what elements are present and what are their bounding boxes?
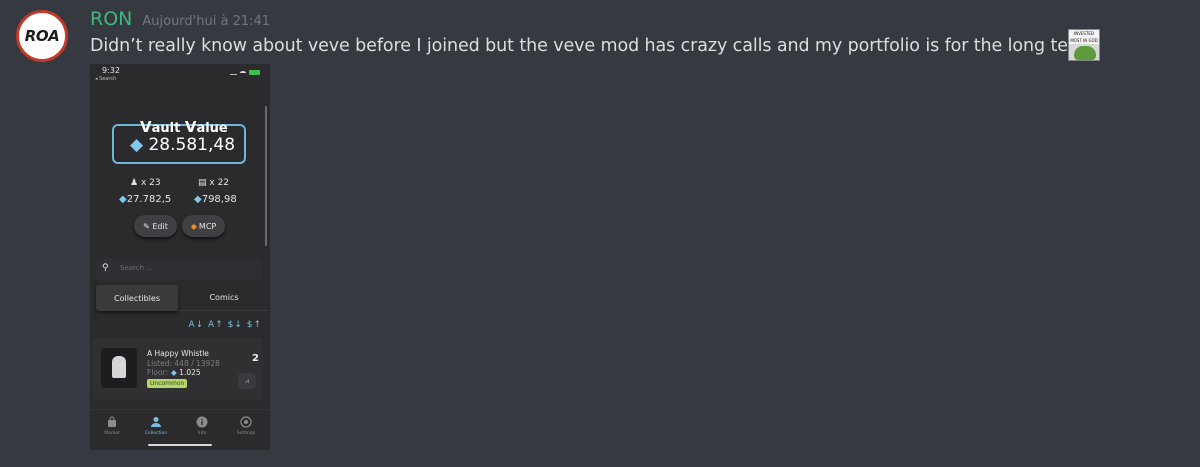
bag-icon — [108, 416, 116, 427]
emote-caption: INVESTED MOST IN GOD — [1069, 30, 1099, 44]
diamond-icon: ◆ — [171, 368, 177, 377]
nav-label-settings: Settings — [236, 431, 256, 436]
comics-value: ◆798,98 — [194, 194, 237, 205]
status-time: 9:32 — [102, 66, 120, 75]
search-input[interactable]: ⚲ Search ... — [94, 258, 262, 280]
diamond-icon: ◆ — [119, 194, 127, 205]
tab-comics[interactable]: Comics — [180, 285, 268, 311]
sort-options[interactable]: A↓ A↑ $↓ $↑ — [188, 320, 262, 330]
comics-count: ▤ x 22 — [198, 178, 230, 188]
collectible-thumbnail — [101, 348, 137, 388]
nav-label-market: Market — [104, 431, 120, 436]
collection-tabs: Collectibles Comics — [94, 285, 268, 311]
pepe-emote-icon[interactable]: INVESTED MOST IN GOD — [1068, 29, 1100, 61]
diamond-icon: ◆ — [130, 135, 144, 155]
collectibles-value: ◆27.782,5 — [119, 194, 172, 205]
edit-button[interactable]: ✎ Edit — [134, 215, 177, 237]
nav-label-collection: Collection — [144, 431, 168, 436]
avatar[interactable]: ROA — [16, 10, 68, 62]
battery-icon — [249, 70, 260, 75]
username[interactable]: RON — [90, 8, 132, 30]
vault-value-amount: ◆ 28.581,48 — [130, 135, 236, 155]
status-icons — [230, 70, 260, 75]
timestamp: Aujourd'hui à 21:41 — [142, 14, 271, 29]
frog-icon — [1074, 46, 1096, 60]
nav-item-settings[interactable]: Settings — [228, 416, 264, 436]
chart-icon: ⩘ — [245, 376, 249, 385]
message-header: RON Aujourd'hui à 21:41 — [90, 8, 270, 30]
info-icon — [196, 416, 208, 428]
attachment-screenshot[interactable]: 9:32 ◂ Search Vault Value ◆ 28.581,48 ♟ … — [90, 64, 270, 450]
floor-label: Floor: — [147, 368, 169, 377]
gear-icon — [240, 416, 252, 428]
search-placeholder: Search ... — [120, 264, 153, 272]
pencil-icon: ✎ — [143, 221, 150, 231]
figure-icon: ♟ — [130, 178, 139, 188]
diamond-icon: ◆ — [194, 194, 202, 205]
search-icon: ⚲ — [102, 263, 109, 273]
list-item[interactable]: A Happy Whistle Listed: 448 / 13928 Floo… — [93, 338, 263, 400]
nav-item-collection[interactable]: Collection — [138, 416, 174, 436]
floor-value: ◆ 1.025 — [171, 368, 201, 377]
nav-item-info[interactable]: Info — [184, 416, 220, 436]
signal-icon — [230, 71, 237, 75]
rarity-badge: Uncommon — [147, 379, 188, 388]
collectibles-count: ♟ x 23 — [130, 178, 161, 188]
wifi-icon — [240, 70, 246, 75]
vault-value-title: Vault Value — [140, 118, 228, 136]
mcp-icon: ◆ — [190, 221, 197, 231]
collectible-name: A Happy Whistle — [147, 349, 209, 358]
avatar-text: ROA — [24, 27, 60, 45]
tab-collectibles[interactable]: Collectibles — [96, 285, 178, 311]
back-to-search-link[interactable]: ◂ Search — [95, 76, 116, 82]
message-text: Didn’t really know about veve before I j… — [90, 36, 1092, 56]
mcp-button[interactable]: ◆ MCP — [182, 215, 225, 237]
collectible-listed: Listed: 448 / 13928 — [147, 359, 220, 368]
scrollbar[interactable] — [265, 106, 267, 246]
figure-image — [112, 356, 126, 378]
person-icon — [151, 417, 161, 427]
book-icon: ▤ — [198, 178, 207, 188]
quantity-count: 2 — [252, 353, 259, 364]
home-indicator — [148, 444, 212, 446]
nav-label-info: Info — [197, 431, 207, 436]
nav-item-market[interactable]: Market — [94, 416, 130, 436]
chart-button[interactable]: ⩘ — [238, 373, 256, 389]
